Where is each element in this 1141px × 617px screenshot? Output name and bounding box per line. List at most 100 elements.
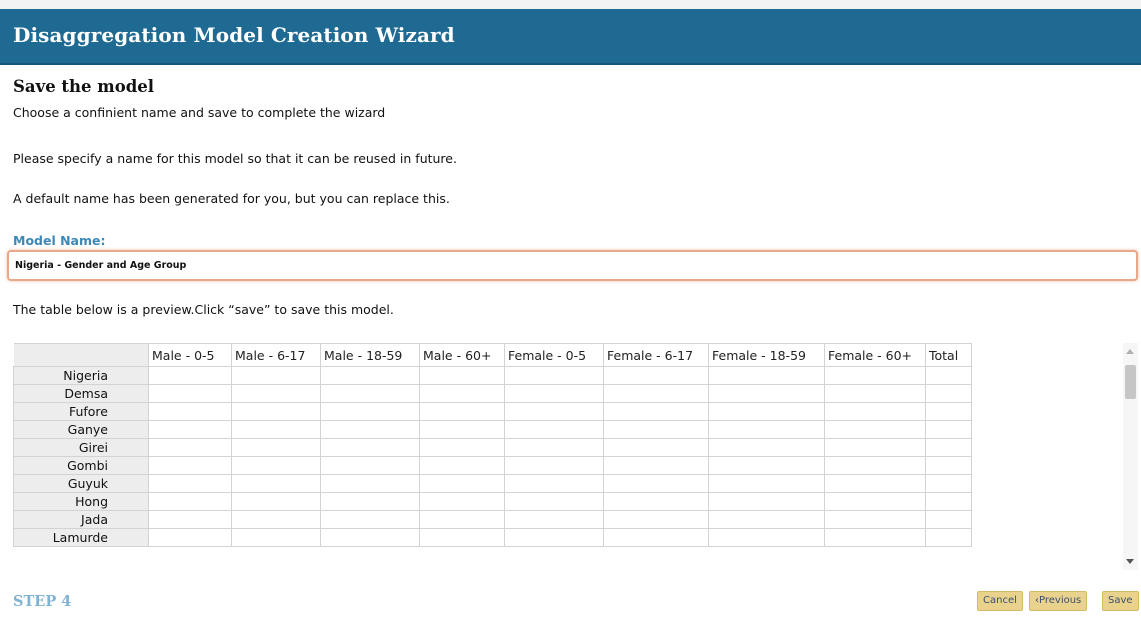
table-cell — [824, 510, 926, 529]
table-cell — [504, 402, 604, 421]
column-header: Female - 18-59 — [708, 343, 825, 367]
table-row: Lamurde — [13, 528, 972, 547]
table-cell — [320, 474, 420, 493]
instruction-text: Please specify a name for this model so … — [13, 151, 457, 166]
table-cell — [603, 402, 709, 421]
row-header: Jada — [13, 510, 149, 529]
row-header: Hong — [13, 492, 149, 511]
table-row: Nigeria — [13, 366, 972, 385]
table-cell — [419, 510, 505, 529]
row-header: Ganye — [13, 420, 149, 439]
scroll-down-arrow-icon[interactable] — [1126, 559, 1134, 564]
scroll-up-arrow-icon[interactable] — [1126, 349, 1134, 354]
table-cell — [824, 402, 926, 421]
preview-note: The table below is a preview.Click “save… — [13, 302, 394, 317]
table-cell — [419, 474, 505, 493]
table-cell — [824, 366, 926, 385]
table-header-row: Male - 0-5 Male - 6-17 Male - 18-59 Male… — [13, 343, 972, 367]
table-cell — [320, 528, 420, 547]
table-cell — [708, 402, 825, 421]
table-cell — [708, 384, 825, 403]
table-row: Jada — [13, 510, 972, 529]
table-row: Guyuk — [13, 474, 972, 493]
table-cell — [504, 510, 604, 529]
table-cell — [148, 456, 232, 475]
table-cell — [603, 366, 709, 385]
column-header: Female - 60+ — [824, 343, 926, 367]
table-scrollbar[interactable] — [1123, 343, 1138, 570]
table-cell — [925, 510, 972, 529]
table-row: Demsa — [13, 384, 972, 403]
table-cell — [320, 402, 420, 421]
table-cell — [708, 420, 825, 439]
previous-button[interactable]: ‹Previous — [1029, 591, 1088, 611]
table-cell — [708, 492, 825, 511]
column-header: Male - 60+ — [419, 343, 505, 367]
table-cell — [148, 384, 232, 403]
wizard-content: Save the model Choose a confinient name … — [7, 75, 1139, 611]
wizard-header: Disaggregation Model Creation Wizard — [0, 9, 1141, 65]
table-cell — [708, 456, 825, 475]
preview-table: Male - 0-5 Male - 6-17 Male - 18-59 Male… — [13, 343, 972, 547]
column-header: Male - 18-59 — [320, 343, 420, 367]
section-title: Save the model — [13, 77, 155, 96]
table-cell — [419, 420, 505, 439]
table-cell — [504, 492, 604, 511]
table-cell — [708, 366, 825, 385]
model-name-input[interactable] — [7, 250, 1138, 281]
save-button[interactable]: Save — [1102, 591, 1139, 611]
table-cell — [320, 420, 420, 439]
table-cell — [148, 510, 232, 529]
table-cell — [231, 420, 321, 439]
table-cell — [419, 492, 505, 511]
table-cell — [320, 384, 420, 403]
table-cell — [231, 510, 321, 529]
table-cell — [708, 474, 825, 493]
cancel-button[interactable]: Cancel — [977, 591, 1023, 611]
step-indicator: STEP 4 — [13, 593, 72, 610]
table-cell — [603, 420, 709, 439]
row-header: Girei — [13, 438, 149, 457]
table-cell — [925, 438, 972, 457]
table-cell — [824, 456, 926, 475]
row-header: Nigeria — [13, 366, 149, 385]
table-row: Fufore — [13, 402, 972, 421]
table-cell — [708, 510, 825, 529]
table-cell — [419, 438, 505, 457]
table-cell — [824, 528, 926, 547]
table-cell — [231, 474, 321, 493]
table-cell — [925, 366, 972, 385]
table-cell — [231, 402, 321, 421]
column-header: Male - 0-5 — [148, 343, 232, 367]
table-cell — [824, 438, 926, 457]
row-header: Lamurde — [13, 528, 149, 547]
table-cell — [925, 456, 972, 475]
table-cell — [148, 528, 232, 547]
row-header: Guyuk — [13, 474, 149, 493]
table-cell — [320, 492, 420, 511]
row-header: Gombi — [13, 456, 149, 475]
table-cell — [708, 528, 825, 547]
table-cell — [925, 384, 972, 403]
table-row: Girei — [13, 438, 972, 457]
table-cell — [824, 474, 926, 493]
top-gap — [0, 0, 1141, 9]
table-row: Ganye — [13, 420, 972, 439]
table-cell — [504, 474, 604, 493]
table-cell — [824, 384, 926, 403]
table-cell — [231, 492, 321, 511]
table-cell — [148, 402, 232, 421]
table-cell — [708, 438, 825, 457]
table-cell — [504, 528, 604, 547]
table-body: Nigeria Demsa Fufore Ganye Girei Gombi Guyuk Ho… — [13, 366, 972, 547]
table-cell — [504, 438, 604, 457]
table-cell — [603, 474, 709, 493]
scrollbar-thumb[interactable] — [1125, 365, 1136, 399]
column-header: Female - 0-5 — [504, 343, 604, 367]
preview-table-container[interactable]: Male - 0-5 Male - 6-17 Male - 18-59 Male… — [13, 343, 1126, 570]
row-header: Demsa — [13, 384, 149, 403]
section-subtitle: Choose a confinient name and save to com… — [13, 105, 386, 120]
table-cell — [148, 474, 232, 493]
table-cell — [824, 492, 926, 511]
table-cell — [603, 510, 709, 529]
